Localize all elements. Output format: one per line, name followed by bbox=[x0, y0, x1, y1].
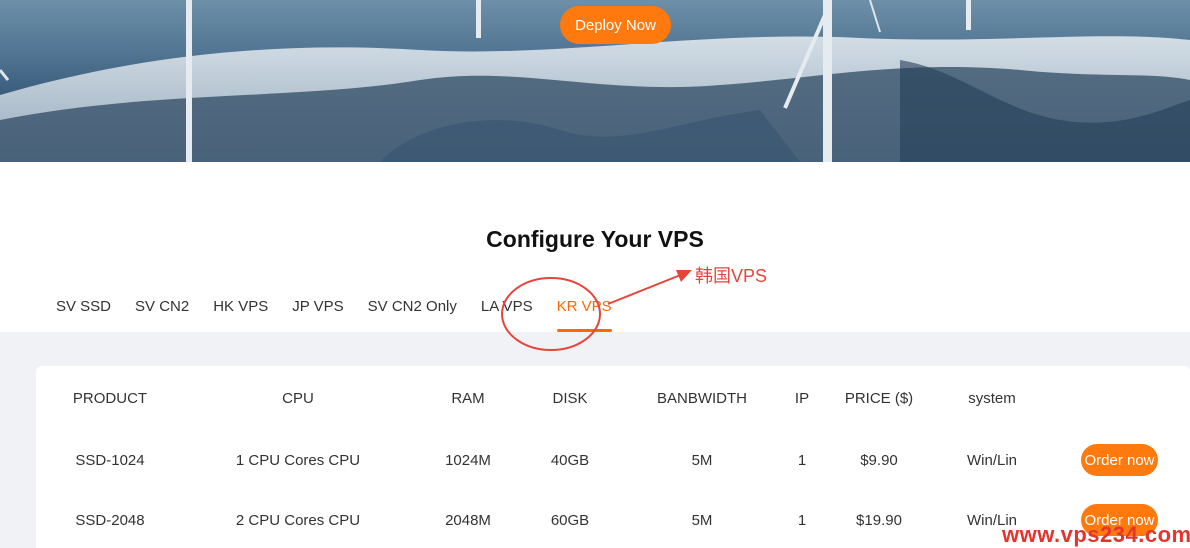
disk-value: 40GB bbox=[550, 452, 590, 469]
header-bandwidth: BANBWIDTH bbox=[657, 390, 747, 407]
order-now-button[interactable]: Order now bbox=[1081, 444, 1158, 476]
tab-sv-cn2-only[interactable]: SV CN2 Only bbox=[368, 296, 457, 332]
vps-tab-bar: SV SSD SV CN2 HK VPS JP VPS SV CN2 Only … bbox=[56, 296, 636, 332]
tab-hk-vps[interactable]: HK VPS bbox=[213, 296, 268, 332]
annotation-label: 韩国VPS bbox=[695, 266, 768, 286]
hero-banner: Deploy Now bbox=[0, 0, 1190, 162]
ram-value: 2048M bbox=[445, 512, 491, 529]
price-value: $19.90 bbox=[856, 512, 902, 529]
tab-kr-vps[interactable]: KR VPS bbox=[556, 296, 612, 332]
tab-sv-ssd[interactable]: SV SSD bbox=[56, 296, 111, 332]
disk-value: 60GB bbox=[550, 512, 590, 529]
header-ram: RAM bbox=[451, 390, 485, 407]
tab-sv-cn2[interactable]: SV CN2 bbox=[135, 296, 189, 332]
ip-value: 1 bbox=[797, 452, 807, 469]
bandwidth-value: 5M bbox=[691, 512, 713, 529]
price-value: $9.90 bbox=[860, 452, 898, 469]
bandwidth-value: 5M bbox=[691, 452, 713, 469]
system-value: Win/Lin bbox=[966, 452, 1018, 469]
header-disk: DISK bbox=[552, 390, 588, 407]
deploy-now-button[interactable]: Deploy Now bbox=[560, 6, 671, 44]
ip-value: 1 bbox=[797, 512, 807, 529]
header-price: PRICE ($) bbox=[844, 390, 914, 407]
header-ip: IP bbox=[794, 390, 810, 407]
tab-la-vps[interactable]: LA VPS bbox=[481, 296, 533, 332]
product-name: SSD-1024 bbox=[75, 452, 145, 469]
ram-value: 1024M bbox=[445, 452, 491, 469]
header-product: PRODUCT bbox=[72, 390, 148, 407]
cpu-value: 1 CPU Cores CPU bbox=[235, 452, 361, 469]
product-name: SSD-2048 bbox=[75, 512, 145, 529]
watermark: www.vps234.com bbox=[1002, 522, 1190, 547]
section-title: Configure Your VPS bbox=[486, 226, 704, 252]
cpu-value: 2 CPU Cores CPU bbox=[235, 512, 361, 529]
tab-jp-vps[interactable]: JP VPS bbox=[292, 296, 343, 332]
header-system: system bbox=[968, 390, 1016, 407]
header-cpu: CPU bbox=[282, 390, 314, 407]
